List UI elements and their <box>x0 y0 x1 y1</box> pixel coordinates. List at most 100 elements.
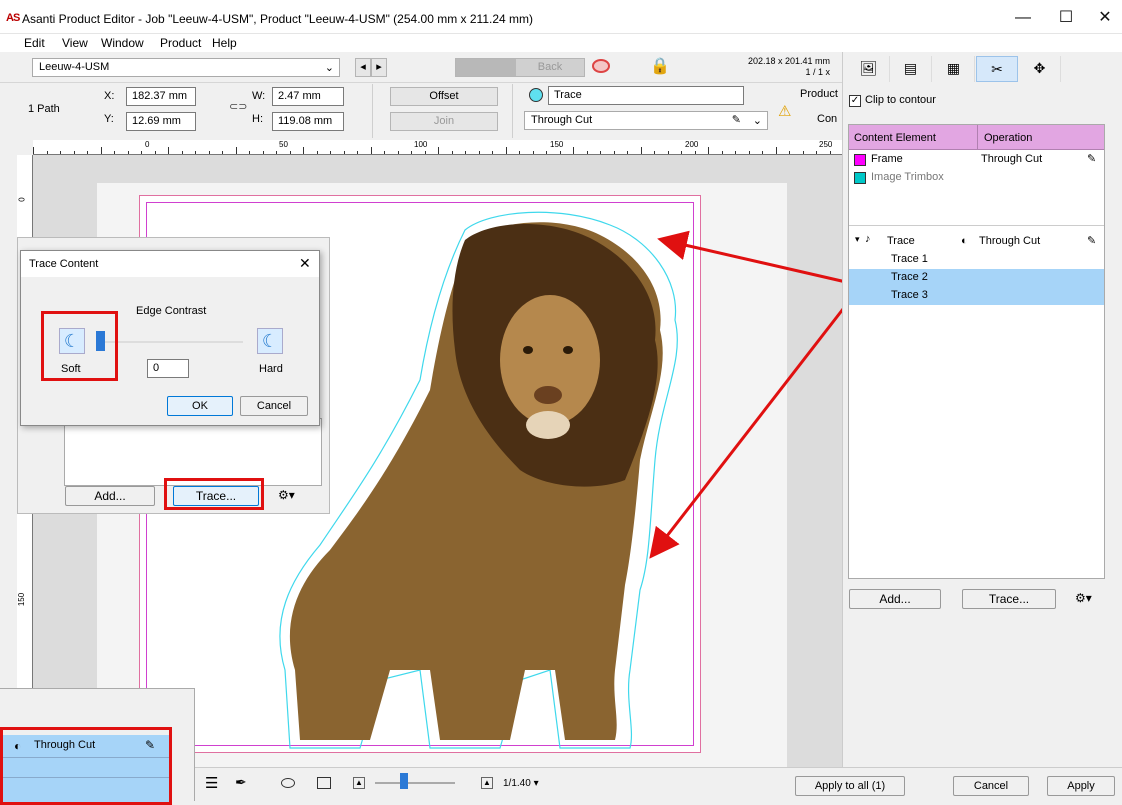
pen-tool-icon[interactable]: ✒ <box>235 774 247 791</box>
image-tab-icon[interactable]: 🖼 <box>848 56 890 82</box>
gear-icon[interactable]: ⚙▾ <box>1075 591 1092 605</box>
offset-button[interactable]: Offset <box>390 87 498 106</box>
ruler-tick <box>263 151 264 154</box>
close-button[interactable]: ✕ <box>1088 6 1122 30</box>
ruler-tick <box>465 151 466 154</box>
ruler-label: 150 <box>17 592 27 607</box>
menu-help[interactable]: Help <box>212 36 237 50</box>
ruler-tick <box>479 151 480 154</box>
ruler-tick <box>384 151 385 154</box>
h-field[interactable]: 119.08 mm <box>272 112 344 131</box>
ruler-tick <box>506 147 507 154</box>
rectangle-tool-icon[interactable] <box>317 777 331 789</box>
ruler-tick <box>587 151 588 154</box>
ruler-tick <box>371 147 372 154</box>
col-content-element[interactable]: Content Element <box>854 132 936 144</box>
nav-forward-button[interactable]: ▸ <box>371 58 387 77</box>
hard-moon-icon[interactable]: ☾ <box>257 328 283 354</box>
list-item-trimbox[interactable]: Image Trimbox <box>849 169 1104 187</box>
ok-button[interactable]: OK <box>167 396 233 416</box>
back-button[interactable]: Back <box>455 58 585 77</box>
col-operation[interactable]: Operation <box>984 132 1032 144</box>
zoom-out-icon[interactable]: ▲ <box>353 777 365 789</box>
zoom-in-icon[interactable]: ▲ <box>481 777 493 789</box>
ruler-tick <box>303 147 304 154</box>
ruler-tick <box>492 151 493 154</box>
expand-icon[interactable]: ▾ <box>855 234 860 245</box>
marks-tab-icon[interactable]: ✥ <box>1019 56 1061 82</box>
title-bar: AS Asanti Product Editor - Job "Leeuw-4-… <box>0 0 1122 34</box>
grid-tab-icon[interactable]: ▦ <box>933 56 975 82</box>
snippet-add-button[interactable]: Add... <box>65 486 155 506</box>
list-item-frame[interactable]: Frame Through Cut ✎ <box>849 151 1104 169</box>
cancel-button[interactable]: Cancel <box>953 776 1029 796</box>
zoom-slider-track[interactable] <box>375 782 455 784</box>
join-button[interactable]: Join <box>390 112 498 131</box>
highlight-box <box>164 478 264 510</box>
dialog-close-button[interactable]: ✕ <box>299 255 311 272</box>
list-item-trace-1[interactable]: Trace 1 <box>849 251 1104 269</box>
dialog-titlebar: Trace Content ✕ <box>21 251 319 277</box>
list-item-trace-group[interactable]: ▾ ♪ Trace ◐ Through Cut ✎ <box>849 233 1104 251</box>
record-icon[interactable] <box>592 59 610 73</box>
horizontal-ruler: 0 50 100 150 200 250 <box>33 140 842 155</box>
y-field[interactable]: 12.69 mm <box>126 112 196 131</box>
layout-tab-icon[interactable]: ▤ <box>890 56 932 82</box>
snippet-list <box>64 418 322 486</box>
menu-bar: Edit View Window Product Help <box>0 34 1122 52</box>
clip-checkbox[interactable]: ✓ <box>849 95 861 107</box>
ruler-tick <box>101 147 102 154</box>
operation-select[interactable]: Through Cut ✎ ⌄ <box>524 111 768 130</box>
lock-icon[interactable]: 🔒 <box>650 56 670 76</box>
trace-color-swatch[interactable] <box>529 88 543 102</box>
ruler-tick <box>47 151 48 154</box>
ruler-tick <box>276 151 277 154</box>
zoomed-list-snippet: ◐ Through Cut ✎ <box>0 688 195 805</box>
trace-op-icon: ◐ <box>961 235 968 247</box>
ruler-tick <box>789 151 790 154</box>
apply-button[interactable]: Apply <box>1047 776 1115 796</box>
menu-edit[interactable]: Edit <box>24 36 45 50</box>
menu-product[interactable]: Product <box>160 36 201 50</box>
menu-view[interactable]: View <box>62 36 88 50</box>
minimize-button[interactable]: — <box>1003 6 1043 30</box>
ruler-tick <box>560 151 561 154</box>
add-button[interactable]: Add... <box>849 589 941 609</box>
ruler-tick <box>60 151 61 154</box>
zoom-level[interactable]: 1/1.40 ▾ <box>503 778 539 789</box>
element-name: Trace 2 <box>891 271 928 283</box>
ruler-tick <box>816 151 817 154</box>
ruler-label: 0 <box>145 140 150 149</box>
job-select[interactable]: Leeuw-4-USM ⌄ <box>32 58 340 77</box>
ruler-tick <box>735 151 736 154</box>
maximize-button[interactable]: ☐ <box>1046 6 1086 30</box>
slider-track[interactable] <box>105 341 243 343</box>
cancel-button[interactable]: Cancel <box>240 396 308 416</box>
list-item-trace-3[interactable]: Trace 3 <box>849 287 1104 305</box>
x-label: X: <box>104 90 115 102</box>
link-proportions-icon[interactable]: ⊂⊃ <box>229 100 247 113</box>
w-field[interactable]: 2.47 mm <box>272 87 344 106</box>
menu-window[interactable]: Window <box>101 36 144 50</box>
element-name: Frame <box>871 153 903 165</box>
zoom-slider-thumb[interactable] <box>400 773 408 789</box>
toolbar-separator <box>372 84 373 138</box>
ruler-label: 250 <box>819 140 833 149</box>
lion-muzzle <box>526 411 570 439</box>
contrast-value-field[interactable]: 0 <box>147 359 189 378</box>
ruler-label: 100 <box>414 140 428 149</box>
x-field[interactable]: 182.37 mm <box>126 87 196 106</box>
settings-sliders-icon[interactable]: ☰ <box>205 774 218 792</box>
gear-icon[interactable]: ⚙▾ <box>278 488 295 502</box>
contour-tab-icon[interactable]: ✂ <box>976 56 1018 82</box>
content-element-list[interactable]: Content Element Operation Frame Through … <box>848 124 1105 579</box>
nav-back-button[interactable]: ◂ <box>355 58 371 77</box>
trace-button[interactable]: Trace... <box>962 589 1056 609</box>
trace-name-field[interactable]: Trace <box>548 86 744 105</box>
ellipse-tool-icon[interactable] <box>281 778 295 788</box>
ruler-tick <box>573 147 574 154</box>
ruler-tick <box>141 151 142 154</box>
list-item-trace-2[interactable]: Trace 2 <box>849 269 1104 287</box>
apply-to-all-button[interactable]: Apply to all (1) <box>795 776 905 796</box>
dimension-readout: 202.18 x 201.41 mm 1 / 1 x <box>730 56 830 78</box>
